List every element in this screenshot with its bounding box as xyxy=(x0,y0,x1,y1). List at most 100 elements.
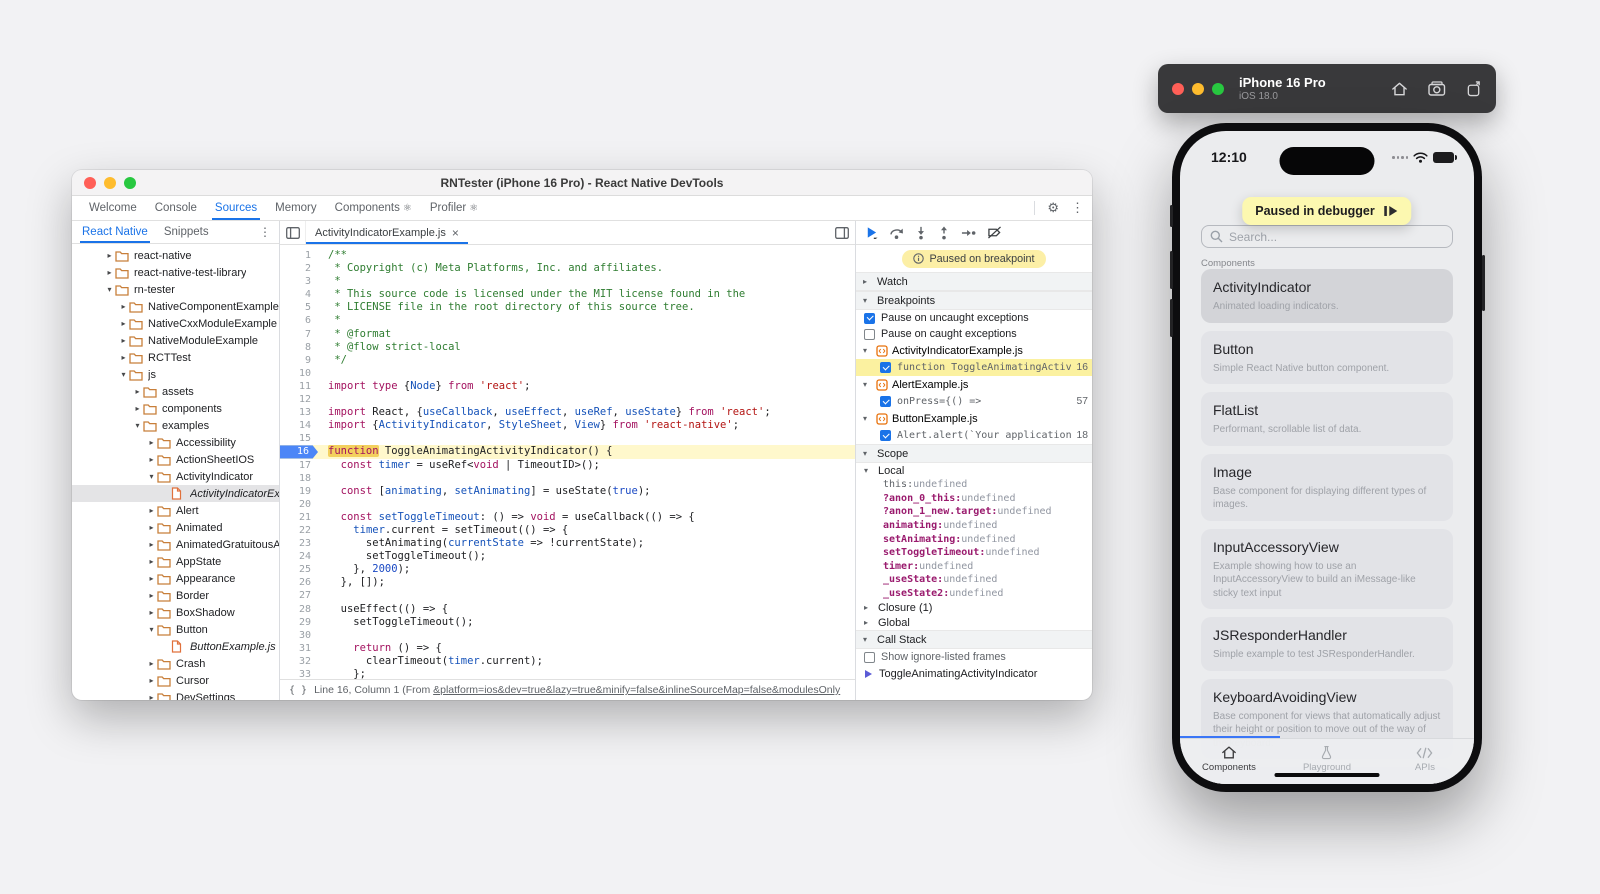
source-url-link[interactable]: &platform=ios&dev=true&lazy=true&minify=… xyxy=(433,684,840,696)
tree-item-folder[interactable]: ▸ActionSheetIOS xyxy=(72,451,279,468)
step-over-icon[interactable] xyxy=(889,226,904,240)
line-number[interactable]: 13 xyxy=(280,406,318,419)
tree-item-folder[interactable]: ▸components xyxy=(72,400,279,417)
minimize-window-button[interactable] xyxy=(1192,83,1204,95)
tree-item-folder[interactable]: ▸Border xyxy=(72,587,279,604)
step-out-icon[interactable] xyxy=(938,226,950,240)
line-number[interactable]: 32 xyxy=(280,655,318,668)
power-button[interactable] xyxy=(1482,255,1485,311)
tree-item-folder[interactable]: ▸react-native xyxy=(72,247,279,264)
pause-caught-row[interactable]: Pause on caught exceptions xyxy=(856,326,1092,342)
call-stack-frame[interactable]: ToggleAnimatingActivityIndicator xyxy=(856,665,1092,682)
line-number[interactable]: 15 xyxy=(280,432,318,445)
pause-caught-checkbox[interactable] xyxy=(864,329,875,340)
tree-item-folder[interactable]: ▸Accessibility xyxy=(72,434,279,451)
component-card[interactable]: FlatListPerformant, scrollable list of d… xyxy=(1201,392,1453,446)
line-number[interactable]: 3 xyxy=(280,275,318,288)
tree-item-folder[interactable]: ▸Alert xyxy=(72,502,279,519)
component-card[interactable]: InputAccessoryViewExample showing how to… xyxy=(1201,529,1453,610)
line-number[interactable]: 31 xyxy=(280,642,318,655)
line-number[interactable]: 6 xyxy=(280,314,318,327)
volume-up-button[interactable] xyxy=(1170,251,1173,289)
tree-item-folder[interactable]: ▸DevSettings xyxy=(72,689,279,700)
toggle-navigator-icon[interactable] xyxy=(280,221,306,244)
tree-item-folder[interactable]: ▸NativeComponentExample/j xyxy=(72,298,279,315)
tree-item-file[interactable]: ActivityIndicatorExam xyxy=(72,485,279,502)
settings-gear-icon[interactable]: ⚙ xyxy=(1047,200,1059,216)
tree-item-folder[interactable]: ▸assets xyxy=(72,383,279,400)
action-button[interactable] xyxy=(1170,205,1173,227)
tab-profiler[interactable]: Profiler⚛ xyxy=(421,196,487,220)
line-number[interactable]: 30 xyxy=(280,629,318,642)
navigator-more-icon[interactable]: ⋮ xyxy=(259,225,271,239)
tree-item-folder[interactable]: ▸NativeCxxModuleExample xyxy=(72,315,279,332)
breakpoints-section-header[interactable]: ▾ Breakpoints xyxy=(856,291,1092,310)
pretty-print-icon[interactable]: { } xyxy=(289,685,307,696)
line-number[interactable]: 27 xyxy=(280,589,318,602)
line-number[interactable]: 20 xyxy=(280,498,318,511)
tree-item-file[interactable]: ButtonExample.js xyxy=(72,638,279,655)
component-card[interactable]: ButtonSimple React Native button compone… xyxy=(1201,331,1453,385)
file-tab[interactable]: ActivityIndicatorExample.js × xyxy=(306,221,468,244)
line-number[interactable]: 4 xyxy=(280,288,318,301)
line-number[interactable]: 14 xyxy=(280,419,318,432)
line-number[interactable]: 17 xyxy=(280,459,318,472)
tree-item-folder[interactable]: ▸BoxShadow xyxy=(72,604,279,621)
tab-memory[interactable]: Memory xyxy=(266,196,326,220)
step-into-icon[interactable] xyxy=(915,226,927,240)
line-number[interactable]: 11 xyxy=(280,380,318,393)
tab-sources[interactable]: Sources xyxy=(206,196,266,220)
tree-item-folder[interactable]: ▸AnimatedGratuitousApp xyxy=(72,536,279,553)
line-number[interactable]: 29 xyxy=(280,616,318,629)
step-icon[interactable] xyxy=(961,228,976,238)
line-number[interactable]: 19 xyxy=(280,485,318,498)
line-number[interactable]: 23 xyxy=(280,537,318,550)
zoom-window-button[interactable] xyxy=(1212,83,1224,95)
scope-closure-header[interactable]: ▸ Closure (1) xyxy=(856,600,1092,615)
pane-tab-snippets[interactable]: Snippets xyxy=(164,221,209,243)
resume-script-icon[interactable] xyxy=(865,226,878,239)
tree-item-folder[interactable]: ▸RCTTest xyxy=(72,349,279,366)
tree-item-folder[interactable]: ▸Cursor xyxy=(72,672,279,689)
watch-section-header[interactable]: ▸ Watch xyxy=(856,272,1092,291)
line-number[interactable]: 12 xyxy=(280,393,318,406)
breakpoint-file-group[interactable]: ▾ButtonExample.js xyxy=(856,410,1092,427)
breakpoint-checkbox[interactable] xyxy=(880,430,891,441)
pause-uncaught-row[interactable]: Pause on uncaught exceptions xyxy=(856,310,1092,326)
scope-local-header[interactable]: ▾ Local xyxy=(856,463,1092,478)
component-card[interactable]: ActivityIndicatorAnimated loading indica… xyxy=(1201,269,1453,323)
tab-components[interactable]: Components⚛ xyxy=(326,196,421,220)
tab-playground[interactable]: Playground xyxy=(1278,739,1376,784)
close-icon[interactable]: × xyxy=(452,226,459,240)
breakpoint-file-group[interactable]: ▾ActivityIndicatorExample.js xyxy=(856,342,1092,359)
line-number[interactable]: 1 xyxy=(280,249,318,262)
line-number[interactable]: 18 xyxy=(280,472,318,485)
line-number[interactable]: 2 xyxy=(280,262,318,275)
tree-item-folder[interactable]: ▸Animated xyxy=(72,519,279,536)
home-button-icon[interactable] xyxy=(1391,81,1408,97)
tab-console[interactable]: Console xyxy=(146,196,206,220)
line-number[interactable]: 5 xyxy=(280,301,318,314)
screenshot-icon[interactable] xyxy=(1428,81,1446,96)
rotate-device-icon[interactable] xyxy=(1466,81,1482,97)
scope-section-header[interactable]: ▾ Scope xyxy=(856,444,1092,463)
volume-down-button[interactable] xyxy=(1170,299,1173,337)
line-number[interactable]: 28 xyxy=(280,603,318,616)
line-number[interactable]: 25 xyxy=(280,563,318,576)
pause-uncaught-checkbox[interactable] xyxy=(864,313,875,324)
tree-item-folder[interactable]: ▾Button xyxy=(72,621,279,638)
line-number[interactable]: 26 xyxy=(280,576,318,589)
tab-components[interactable]: Components xyxy=(1180,739,1278,784)
breakpoint-entry[interactable]: function ToggleAnimatingActiv…16 xyxy=(856,359,1092,376)
tree-item-folder[interactable]: ▸AppState xyxy=(72,553,279,570)
line-number[interactable]: 21 xyxy=(280,511,318,524)
breakpoint-checkbox[interactable] xyxy=(880,396,891,407)
breakpoint-entry[interactable]: onPress={() =>57 xyxy=(856,393,1092,410)
deactivate-breakpoints-icon[interactable] xyxy=(987,226,1002,239)
tree-item-folder[interactable]: ▸NativeModuleExample xyxy=(72,332,279,349)
breakpoint-file-group[interactable]: ▾AlertExample.js xyxy=(856,376,1092,393)
home-indicator[interactable] xyxy=(1275,773,1380,778)
show-ignore-listed-checkbox[interactable] xyxy=(864,652,875,663)
close-window-button[interactable] xyxy=(1172,83,1184,95)
tab-apis[interactable]: APIs xyxy=(1376,739,1474,784)
